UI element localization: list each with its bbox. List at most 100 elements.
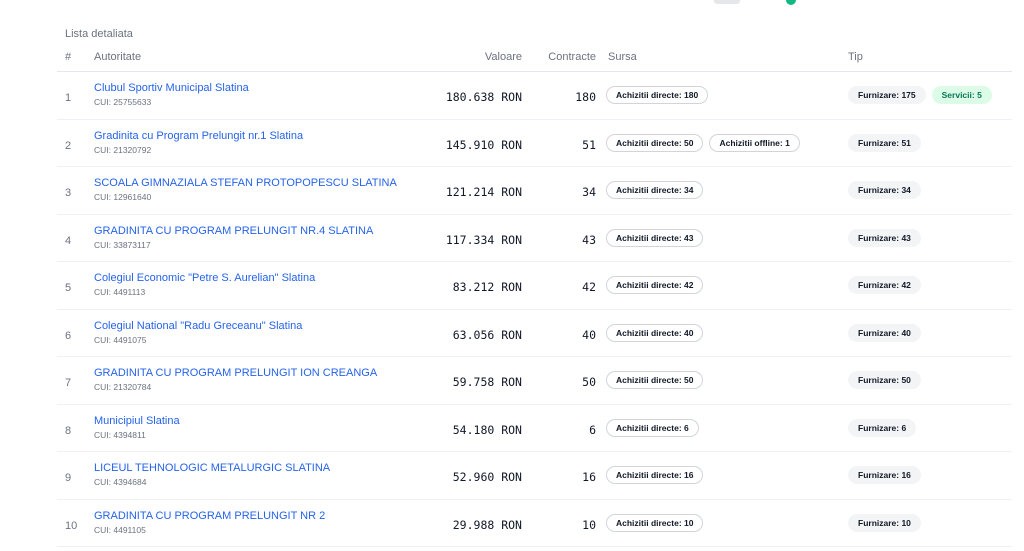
source-badges: Achizitii directe: 16 xyxy=(606,466,704,484)
source-badge: Achizitii directe: 34 xyxy=(606,181,704,199)
authority-cui: CUI: 4394684 xyxy=(94,477,147,487)
table-row: 4 GRADINITA CU PROGRAM PRELUNGIT NR.4 SLA… xyxy=(57,215,1012,262)
contract-count: 42 xyxy=(582,280,596,294)
type-badge: Furnizare: 10 xyxy=(848,513,921,532)
authority-link[interactable]: SCOALA GIMNAZIALA STEFAN PROTOPOPESCU SL… xyxy=(94,177,397,189)
type-badges: Furnizare: 34 xyxy=(848,181,921,199)
authority-cui: CUI: 4491105 xyxy=(94,524,146,535)
authority-link[interactable]: GRADINITA CU PROGRAM PRELUNGIT ION CREAN… xyxy=(94,367,377,379)
type-badges: Furnizare: 40 xyxy=(848,323,921,342)
table-row: 3 SCOALA GIMNAZIALA STEFAN PROTOPOPESCU S… xyxy=(57,167,1012,215)
source-badge: Achizitii directe: 10 xyxy=(606,513,704,532)
type-badge: Furnizare: 51 xyxy=(848,133,921,152)
source-badges: Achizitii directe: 42 xyxy=(606,276,704,294)
row-index: 4 xyxy=(65,234,72,247)
type-badge: Furnizare: 43 xyxy=(848,228,921,247)
table-row: 9 LICEUL TEHNOLOGIC METALURGIC SLATINA CUI… xyxy=(57,452,1012,500)
type-badges: Furnizare: 43 xyxy=(848,228,921,247)
contract-value: 180.638 RON xyxy=(445,90,522,104)
type-badge: Furnizare: 40 xyxy=(848,323,921,342)
authority-cui: CUI: 12961640 xyxy=(94,192,152,202)
authority-cui: CUI: 4491075 xyxy=(94,334,147,345)
contract-value: 29.988 RON xyxy=(452,517,522,532)
source-badges: Achizitii directe: 50 Achizitii offline: … xyxy=(606,133,800,152)
top-partial-toolbar xyxy=(600,0,800,6)
source-badges: Achizitii directe: 50 xyxy=(606,371,704,389)
authority-cui: CUI: 33873117 xyxy=(94,239,151,250)
source-badge: Achizitii directe: 43 xyxy=(606,228,704,247)
source-badge: Achizitii directe: 50 xyxy=(606,133,704,152)
contract-value: 121.214 RON xyxy=(445,185,522,199)
source-badge: Achizitii directe: 40 xyxy=(606,323,704,342)
row-index: 5 xyxy=(65,282,72,294)
authority-link[interactable]: Municipiul Slatina xyxy=(94,415,180,427)
table-body: 1 Clubul Sportiv Municipal Slatina CUI: 25… xyxy=(57,72,1012,547)
source-badges: Achizitii directe: 10 xyxy=(606,513,704,532)
table-row: 2 Gradinita cu Program Prelungit nr.1 Sla… xyxy=(57,120,1012,167)
contract-count: 16 xyxy=(582,470,596,484)
contract-count: 6 xyxy=(589,422,596,437)
partial-control xyxy=(714,0,740,4)
contract-value: 63.056 RON xyxy=(452,327,522,342)
type-badge: Furnizare: 50 xyxy=(848,371,921,389)
column-header-number: # xyxy=(65,51,72,63)
contract-count: 43 xyxy=(582,232,596,247)
source-badge: Achizitii directe: 50 xyxy=(606,371,704,389)
type-badges: Furnizare: 50 xyxy=(848,371,921,389)
source-badges: Achizitii directe: 180 xyxy=(606,86,709,104)
authority-cui: CUI: 25755633 xyxy=(94,97,152,107)
contract-count: 10 xyxy=(582,517,596,532)
source-badge: Achizitii directe: 42 xyxy=(606,276,704,294)
contract-value: 83.212 RON xyxy=(452,280,522,294)
source-badge: Achizitii directe: 180 xyxy=(606,86,709,104)
table-row: 8 Municipiul Slatina CUI: 4394811 54.180 RO… xyxy=(57,405,1012,452)
row-index: 9 xyxy=(65,472,72,484)
authority-link[interactable]: GRADINITA CU PROGRAM PRELUNGIT NR.4 SLAT… xyxy=(94,225,373,237)
column-header-value[interactable]: Valoare xyxy=(485,51,522,63)
type-badge: Furnizare: 34 xyxy=(848,181,921,199)
authority-cui: CUI: 21320784 xyxy=(94,382,152,392)
row-index: 2 xyxy=(65,139,72,152)
authority-link[interactable]: GRADINITA CU PROGRAM PRELUNGIT NR 2 xyxy=(94,510,325,522)
column-header-authority[interactable]: Autoritate xyxy=(94,51,141,63)
row-index: 7 xyxy=(65,377,72,389)
source-badge: Achizitii directe: 6 xyxy=(606,418,699,437)
source-badges: Achizitii directe: 43 xyxy=(606,228,704,247)
type-badge: Servicii: 5 xyxy=(931,86,992,104)
authorities-table: # Autoritate Valoare Contracte Sursa Tip… xyxy=(57,44,1012,547)
type-badge: Furnizare: 6 xyxy=(848,418,917,437)
contract-value: 59.758 RON xyxy=(452,375,522,389)
contract-value: 145.910 RON xyxy=(445,137,522,152)
table-row: 7 GRADINITA CU PROGRAM PRELUNGIT ION CREA… xyxy=(57,357,1012,405)
source-badges: Achizitii directe: 34 xyxy=(606,181,704,199)
type-badge: Furnizare: 175 xyxy=(848,86,926,104)
authority-link[interactable]: Colegiul National "Radu Greceanu" Slatin… xyxy=(94,320,302,332)
column-header-contracts[interactable]: Contracte xyxy=(548,51,596,63)
authority-link[interactable]: Clubul Sportiv Municipal Slatina xyxy=(94,82,249,94)
type-badges: Furnizare: 16 xyxy=(848,466,921,484)
authority-link[interactable]: Colegiul Economic "Petre S. Aurelian" Sl… xyxy=(94,272,315,284)
table-row: 1 Clubul Sportiv Municipal Slatina CUI: 25… xyxy=(57,72,1012,120)
contract-value: 52.960 RON xyxy=(452,470,522,484)
row-index: 10 xyxy=(65,519,78,532)
row-index: 1 xyxy=(65,92,72,104)
partial-status-indicator xyxy=(786,0,796,5)
column-header-type: Tip xyxy=(848,51,863,63)
row-index: 6 xyxy=(65,329,72,342)
authority-cui: CUI: 21320792 xyxy=(94,144,152,155)
contract-value: 54.180 RON xyxy=(452,422,522,437)
contract-count: 40 xyxy=(582,327,596,342)
contract-count: 50 xyxy=(582,375,596,389)
section-title: Lista detaliata xyxy=(65,28,133,40)
source-badge: Achizitii offline: 1 xyxy=(709,133,800,152)
contract-count: 34 xyxy=(582,185,596,199)
column-header-source: Sursa xyxy=(608,51,637,63)
authority-link[interactable]: LICEUL TEHNOLOGIC METALURGIC SLATINA xyxy=(94,462,330,474)
type-badges: Furnizare: 6 xyxy=(848,418,917,437)
authority-link[interactable]: Gradinita cu Program Prelungit nr.1 Slat… xyxy=(94,130,303,142)
type-badges: Furnizare: 51 xyxy=(848,133,921,152)
source-badge: Achizitii directe: 16 xyxy=(606,466,704,484)
table-row: 6 Colegiul National "Radu Greceanu" Slati… xyxy=(57,310,1012,357)
table-row: 5 Colegiul Economic "Petre S. Aurelian" S… xyxy=(57,262,1012,310)
authority-cui: CUI: 4394811 xyxy=(94,429,146,440)
